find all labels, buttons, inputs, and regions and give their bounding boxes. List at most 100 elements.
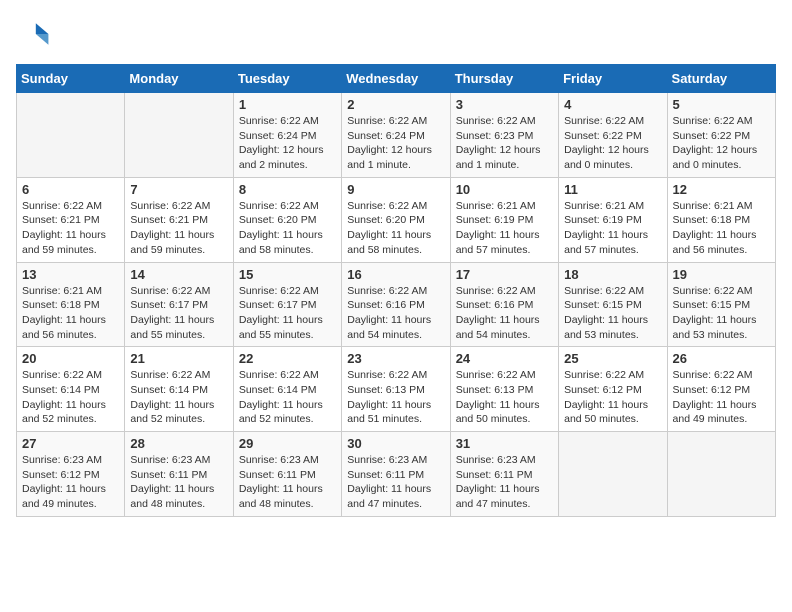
- weekday-header-wednesday: Wednesday: [342, 65, 450, 93]
- calendar-cell: 30 Sunrise: 6:23 AM Sunset: 6:11 PM Dayli…: [342, 432, 450, 517]
- calendar-week-row: 13 Sunrise: 6:21 AM Sunset: 6:18 PM Dayli…: [17, 262, 776, 347]
- day-info: Sunrise: 6:22 AM Sunset: 6:15 PM Dayligh…: [564, 284, 661, 343]
- day-info: Sunrise: 6:23 AM Sunset: 6:11 PM Dayligh…: [130, 453, 227, 512]
- day-number: 24: [456, 351, 553, 366]
- day-info: Sunrise: 6:22 AM Sunset: 6:12 PM Dayligh…: [673, 368, 770, 427]
- day-info: Sunrise: 6:22 AM Sunset: 6:13 PM Dayligh…: [347, 368, 444, 427]
- weekday-header-monday: Monday: [125, 65, 233, 93]
- day-number: 19: [673, 267, 770, 282]
- day-number: 25: [564, 351, 661, 366]
- day-info: Sunrise: 6:22 AM Sunset: 6:16 PM Dayligh…: [456, 284, 553, 343]
- calendar-cell: 13 Sunrise: 6:21 AM Sunset: 6:18 PM Dayli…: [17, 262, 125, 347]
- weekday-header-friday: Friday: [559, 65, 667, 93]
- calendar-cell: 29 Sunrise: 6:23 AM Sunset: 6:11 PM Dayli…: [233, 432, 341, 517]
- calendar-cell: 20 Sunrise: 6:22 AM Sunset: 6:14 PM Dayli…: [17, 347, 125, 432]
- calendar-body: 1 Sunrise: 6:22 AM Sunset: 6:24 PM Daylig…: [17, 93, 776, 517]
- day-number: 12: [673, 182, 770, 197]
- day-info: Sunrise: 6:23 AM Sunset: 6:12 PM Dayligh…: [22, 453, 119, 512]
- day-info: Sunrise: 6:21 AM Sunset: 6:19 PM Dayligh…: [564, 199, 661, 258]
- day-number: 18: [564, 267, 661, 282]
- calendar-cell: 18 Sunrise: 6:22 AM Sunset: 6:15 PM Dayli…: [559, 262, 667, 347]
- day-info: Sunrise: 6:22 AM Sunset: 6:16 PM Dayligh…: [347, 284, 444, 343]
- calendar-cell: 31Sunrise: 6:23 AM Sunset: 6:11 PM Dayli…: [450, 432, 558, 517]
- day-info: Sunrise: 6:21 AM Sunset: 6:18 PM Dayligh…: [22, 284, 119, 343]
- calendar-cell: 12 Sunrise: 6:21 AM Sunset: 6:18 PM Dayli…: [667, 177, 775, 262]
- calendar-cell: [667, 432, 775, 517]
- day-number: 15: [239, 267, 336, 282]
- day-number: 20: [22, 351, 119, 366]
- day-number: 4: [564, 97, 661, 112]
- calendar-cell: 26 Sunrise: 6:22 AM Sunset: 6:12 PM Dayli…: [667, 347, 775, 432]
- day-number: 17: [456, 267, 553, 282]
- day-number: 1: [239, 97, 336, 112]
- calendar-cell: [17, 93, 125, 178]
- day-number: 27: [22, 436, 119, 451]
- calendar-cell: [559, 432, 667, 517]
- page-header: [16, 16, 776, 52]
- day-info: Sunrise: 6:22 AM Sunset: 6:23 PM Dayligh…: [456, 114, 553, 173]
- calendar-cell: 14 Sunrise: 6:22 AM Sunset: 6:17 PM Dayli…: [125, 262, 233, 347]
- day-info: Sunrise: 6:22 AM Sunset: 6:22 PM Dayligh…: [673, 114, 770, 173]
- calendar-cell: 10Sunrise: 6:21 AM Sunset: 6:19 PM Dayli…: [450, 177, 558, 262]
- day-info: Sunrise: 6:22 AM Sunset: 6:15 PM Dayligh…: [673, 284, 770, 343]
- calendar-week-row: 1 Sunrise: 6:22 AM Sunset: 6:24 PM Daylig…: [17, 93, 776, 178]
- day-number: 8: [239, 182, 336, 197]
- calendar-cell: 15 Sunrise: 6:22 AM Sunset: 6:17 PM Dayli…: [233, 262, 341, 347]
- calendar-cell: 23Sunrise: 6:22 AM Sunset: 6:13 PM Dayli…: [342, 347, 450, 432]
- day-number: 26: [673, 351, 770, 366]
- day-info: Sunrise: 6:22 AM Sunset: 6:24 PM Dayligh…: [347, 114, 444, 173]
- calendar-week-row: 27 Sunrise: 6:23 AM Sunset: 6:12 PM Dayli…: [17, 432, 776, 517]
- weekday-header-thursday: Thursday: [450, 65, 558, 93]
- weekday-header-row: SundayMondayTuesdayWednesdayThursdayFrid…: [17, 65, 776, 93]
- calendar-header: SundayMondayTuesdayWednesdayThursdayFrid…: [17, 65, 776, 93]
- calendar-table: SundayMondayTuesdayWednesdayThursdayFrid…: [16, 64, 776, 517]
- calendar-cell: 22 Sunrise: 6:22 AM Sunset: 6:14 PM Dayli…: [233, 347, 341, 432]
- calendar-cell: 24 Sunrise: 6:22 AM Sunset: 6:13 PM Dayli…: [450, 347, 558, 432]
- calendar-cell: 4 Sunrise: 6:22 AM Sunset: 6:22 PM Daylig…: [559, 93, 667, 178]
- calendar-cell: 25Sunrise: 6:22 AM Sunset: 6:12 PM Dayli…: [559, 347, 667, 432]
- calendar-cell: 9 Sunrise: 6:22 AM Sunset: 6:20 PM Daylig…: [342, 177, 450, 262]
- day-number: 9: [347, 182, 444, 197]
- calendar-cell: 7Sunrise: 6:22 AM Sunset: 6:21 PM Daylig…: [125, 177, 233, 262]
- day-info: Sunrise: 6:22 AM Sunset: 6:20 PM Dayligh…: [239, 199, 336, 258]
- day-number: 29: [239, 436, 336, 451]
- day-info: Sunrise: 6:21 AM Sunset: 6:19 PM Dayligh…: [456, 199, 553, 258]
- day-info: Sunrise: 6:22 AM Sunset: 6:14 PM Dayligh…: [130, 368, 227, 427]
- day-info: Sunrise: 6:22 AM Sunset: 6:14 PM Dayligh…: [22, 368, 119, 427]
- weekday-header-tuesday: Tuesday: [233, 65, 341, 93]
- day-info: Sunrise: 6:22 AM Sunset: 6:21 PM Dayligh…: [22, 199, 119, 258]
- day-info: Sunrise: 6:21 AM Sunset: 6:18 PM Dayligh…: [673, 199, 770, 258]
- weekday-header-sunday: Sunday: [17, 65, 125, 93]
- calendar-week-row: 20 Sunrise: 6:22 AM Sunset: 6:14 PM Dayli…: [17, 347, 776, 432]
- logo-icon: [16, 16, 52, 52]
- day-number: 22: [239, 351, 336, 366]
- day-info: Sunrise: 6:22 AM Sunset: 6:14 PM Dayligh…: [239, 368, 336, 427]
- day-info: Sunrise: 6:22 AM Sunset: 6:13 PM Dayligh…: [456, 368, 553, 427]
- day-number: 6: [22, 182, 119, 197]
- day-number: 21: [130, 351, 227, 366]
- calendar-cell: [125, 93, 233, 178]
- day-number: 11: [564, 182, 661, 197]
- logo: [16, 16, 56, 52]
- day-number: 30: [347, 436, 444, 451]
- day-info: Sunrise: 6:22 AM Sunset: 6:17 PM Dayligh…: [239, 284, 336, 343]
- day-number: 2: [347, 97, 444, 112]
- day-info: Sunrise: 6:23 AM Sunset: 6:11 PM Dayligh…: [347, 453, 444, 512]
- day-info: Sunrise: 6:22 AM Sunset: 6:20 PM Dayligh…: [347, 199, 444, 258]
- calendar-cell: 28Sunrise: 6:23 AM Sunset: 6:11 PM Dayli…: [125, 432, 233, 517]
- calendar-cell: 27 Sunrise: 6:23 AM Sunset: 6:12 PM Dayli…: [17, 432, 125, 517]
- day-number: 13: [22, 267, 119, 282]
- calendar-cell: 11 Sunrise: 6:21 AM Sunset: 6:19 PM Dayli…: [559, 177, 667, 262]
- calendar-week-row: 6 Sunrise: 6:22 AM Sunset: 6:21 PM Daylig…: [17, 177, 776, 262]
- day-info: Sunrise: 6:22 AM Sunset: 6:21 PM Dayligh…: [130, 199, 227, 258]
- calendar-cell: 6 Sunrise: 6:22 AM Sunset: 6:21 PM Daylig…: [17, 177, 125, 262]
- calendar-cell: 17 Sunrise: 6:22 AM Sunset: 6:16 PM Dayli…: [450, 262, 558, 347]
- day-info: Sunrise: 6:22 AM Sunset: 6:22 PM Dayligh…: [564, 114, 661, 173]
- calendar-cell: 3Sunrise: 6:22 AM Sunset: 6:23 PM Daylig…: [450, 93, 558, 178]
- calendar-cell: 1Sunrise: 6:22 AM Sunset: 6:24 PM Daylig…: [233, 93, 341, 178]
- day-info: Sunrise: 6:23 AM Sunset: 6:11 PM Dayligh…: [239, 453, 336, 512]
- day-info: Sunrise: 6:22 AM Sunset: 6:17 PM Dayligh…: [130, 284, 227, 343]
- day-number: 14: [130, 267, 227, 282]
- calendar-cell: 21 Sunrise: 6:22 AM Sunset: 6:14 PM Dayli…: [125, 347, 233, 432]
- calendar-cell: 8 Sunrise: 6:22 AM Sunset: 6:20 PM Daylig…: [233, 177, 341, 262]
